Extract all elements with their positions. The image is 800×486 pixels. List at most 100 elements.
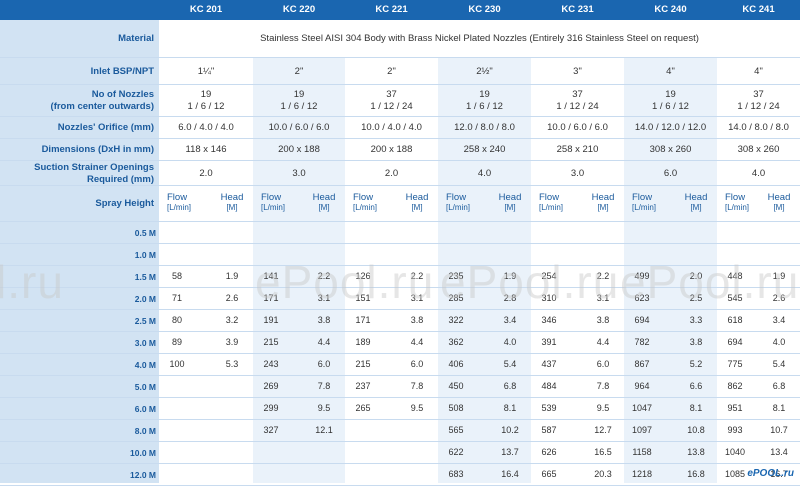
label-strainer: Suction Strainer Openings Required (mm) xyxy=(0,161,159,186)
watermark: ePool.ru xyxy=(255,256,435,308)
inlet-value: 2½" xyxy=(476,65,493,77)
flow-header: Flow [L/min] xyxy=(353,193,377,213)
head-value: 6.0 xyxy=(317,359,331,369)
orifice-value: 6.0 / 4.0 / 4.0 xyxy=(178,122,234,133)
head-value: 10.7 xyxy=(770,425,788,435)
flow-value: 539 xyxy=(541,403,557,413)
head-header: Head [M] xyxy=(495,193,525,213)
nozzles-value: 37 1 / 12 / 24 xyxy=(717,85,800,117)
head-label: Head xyxy=(220,192,244,203)
label-dimensions: Dimensions (DxH in mm) xyxy=(0,139,159,161)
nozzles-count: 37 xyxy=(386,89,397,100)
flow-header: Flow [L/min] xyxy=(725,193,749,213)
nozzles-split: 1 / 6 / 12 xyxy=(280,101,318,112)
head-value: 3.8 xyxy=(596,315,610,325)
head-value: 3.4 xyxy=(503,315,517,325)
flow-label: Flow xyxy=(725,192,746,203)
model-header-6: KC 240 xyxy=(654,4,687,15)
head-unit: [M] xyxy=(411,203,423,212)
inlet-value: 4" xyxy=(666,65,675,77)
head-value: 16.5 xyxy=(594,447,612,457)
head-value: 1.9 xyxy=(225,271,239,281)
flow-label: Flow xyxy=(632,192,653,203)
head-value: 7.8 xyxy=(410,381,424,391)
nozzles-value: 19 1 / 6 / 12 xyxy=(253,85,345,117)
head-unit: [M] xyxy=(690,203,702,212)
flow-value: 1085 xyxy=(724,469,746,479)
head-value: 10.2 xyxy=(501,425,519,435)
head-value: 6.8 xyxy=(503,381,517,391)
flow-value: 1047 xyxy=(631,403,653,413)
model-header-4: KC 230 xyxy=(468,4,501,15)
head-value: 5.4 xyxy=(503,359,517,369)
flow-value: 189 xyxy=(355,337,371,347)
head-value: 8.1 xyxy=(689,403,703,413)
flow-header: Flow [L/min] xyxy=(539,193,563,213)
label-material: Material xyxy=(0,20,159,58)
flow-value: 237 xyxy=(355,381,371,391)
orifice-value: 14.0 / 8.0 / 8.0 xyxy=(728,122,789,133)
material-value: Stainless Steel AISI 304 Body with Brass… xyxy=(260,33,699,44)
flow-label: Flow xyxy=(353,192,374,203)
flow-label: Flow xyxy=(446,192,467,203)
nozzles-value: 19 1 / 6 / 12 xyxy=(438,85,531,117)
label-text-dimensions: Dimensions (DxH in mm) xyxy=(41,144,154,155)
flow-value: 269 xyxy=(263,381,279,391)
head-value: 2.6 xyxy=(225,293,239,303)
flow-value: 694 xyxy=(634,315,650,325)
label-text-orifice: Nozzles' Orifice (mm) xyxy=(57,122,154,133)
head-value: 3.8 xyxy=(317,315,331,325)
flow-value: 243 xyxy=(263,359,279,369)
flow-value: 782 xyxy=(634,337,650,347)
flow-value: 437 xyxy=(541,359,557,369)
flow-value: 964 xyxy=(634,381,650,391)
brand-logo: ePOOL.ru xyxy=(747,468,794,479)
nozzles-count: 37 xyxy=(572,89,583,100)
head-value: 6.0 xyxy=(596,359,610,369)
nozzles-count: 19 xyxy=(479,89,490,100)
head-value: 7.8 xyxy=(317,381,331,391)
flow-value: 215 xyxy=(263,337,279,347)
flow-label: Flow xyxy=(539,192,560,203)
flow-value: 191 xyxy=(263,315,279,325)
head-value: 9.5 xyxy=(596,403,610,413)
inlet-value: 2" xyxy=(294,65,304,77)
label-text-inlet: Inlet BSP/NPT xyxy=(90,65,154,77)
flow-unit: [L/min] xyxy=(539,203,564,212)
watermark: l.ru xyxy=(0,256,64,308)
flow-value: 58 xyxy=(171,271,182,281)
flow-header: Flow [L/min] xyxy=(167,193,191,213)
flow-value: 450 xyxy=(448,381,464,391)
head-label: Head xyxy=(684,192,708,203)
head-label: Head xyxy=(405,192,429,203)
head-header: Head [M] xyxy=(402,193,432,213)
flow-value: 71 xyxy=(171,293,182,303)
watermark: ePool.ru xyxy=(440,256,620,308)
head-value: 13.7 xyxy=(501,447,519,457)
dimensions-value: 308 x 260 xyxy=(737,144,780,155)
flow-value: 618 xyxy=(727,315,743,325)
head-value: 10.8 xyxy=(687,425,705,435)
orifice-value: 12.0 / 8.0 / 8.0 xyxy=(454,122,515,133)
nozzles-count: 19 xyxy=(200,89,212,100)
head-value: 3.9 xyxy=(225,337,239,347)
flow-value: 1040 xyxy=(724,447,746,457)
label-text-spray_height: Spray Height xyxy=(95,198,154,209)
head-value: 3.2 xyxy=(225,315,239,325)
flow-value: 265 xyxy=(355,403,371,413)
flow-value: 171 xyxy=(355,315,371,325)
flow-value: 587 xyxy=(541,425,557,435)
height-label: 2.5 M xyxy=(134,316,156,326)
strainer-value: 6.0 xyxy=(663,167,678,179)
height-label: 12.0 M xyxy=(130,470,156,480)
head-value: 20.3 xyxy=(594,469,612,479)
flow-value: 867 xyxy=(634,359,650,369)
head-unit: [M] xyxy=(597,203,609,212)
flow-unit: [L/min] xyxy=(725,203,750,212)
head-value: 16.8 xyxy=(687,469,705,479)
head-value: 9.5 xyxy=(410,403,424,413)
model-header-1: KC 201 xyxy=(189,4,223,15)
flow-value: 484 xyxy=(541,381,557,391)
head-value: 6.8 xyxy=(772,381,786,391)
height-label: 6.0 M xyxy=(134,404,156,414)
